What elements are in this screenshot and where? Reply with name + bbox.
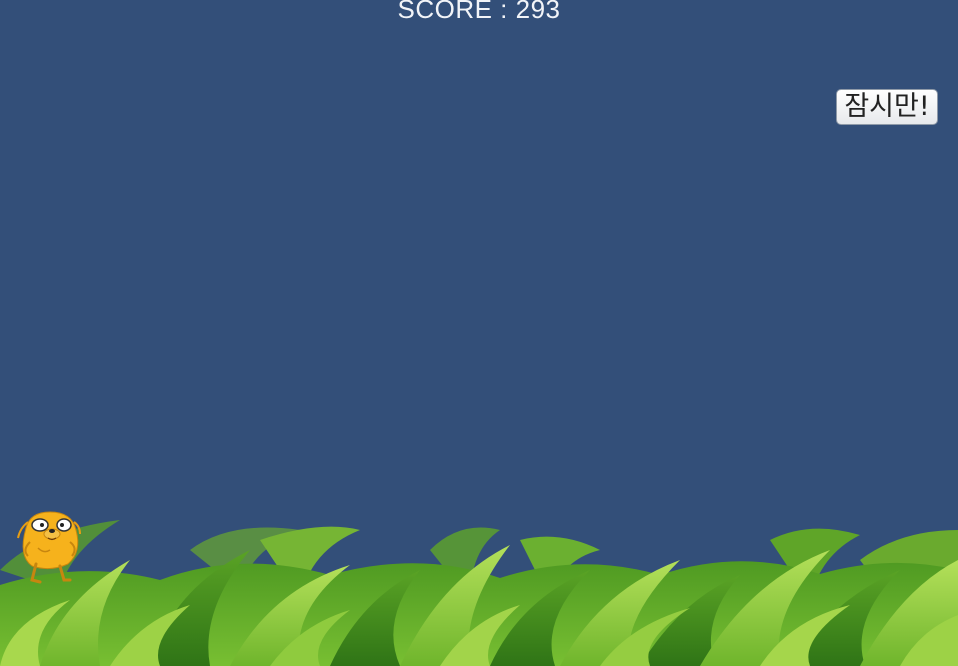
pause-button[interactable]: 잠시만! xyxy=(836,89,938,125)
score-display: SCORE : 293 xyxy=(397,0,561,24)
game-canvas[interactable]: SCORE : 293 잠시만! xyxy=(0,0,958,666)
grass-ground xyxy=(0,520,958,666)
jake-dog-character-icon xyxy=(17,511,81,584)
